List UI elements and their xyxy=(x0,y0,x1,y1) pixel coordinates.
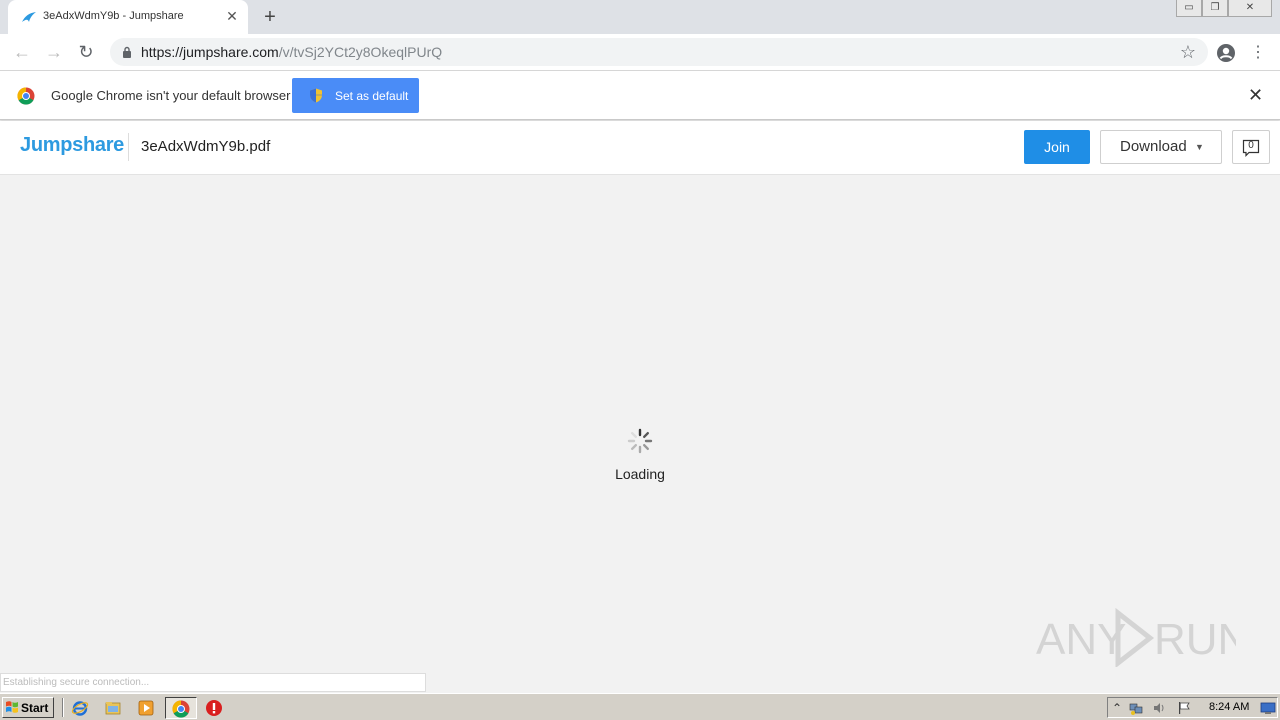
start-button[interactable]: Start xyxy=(2,697,54,718)
loading-spinner-icon xyxy=(627,428,653,454)
network-icon[interactable] xyxy=(1129,701,1143,715)
jumpshare-logo[interactable]: Jumpshare xyxy=(20,134,124,157)
join-button[interactable]: Join xyxy=(1024,130,1090,164)
chrome-logo-icon xyxy=(17,87,35,105)
chrome-taskbar-button[interactable] xyxy=(165,697,197,719)
windows-logo-icon xyxy=(6,701,18,713)
address-bar[interactable]: https://jumpshare.com/v/tvSj2YCt2y8Okeql… xyxy=(110,38,1208,66)
security-alert-icon[interactable] xyxy=(205,699,223,717)
taskbar-clock[interactable]: 8:24 AM xyxy=(1209,701,1249,713)
minimize-button[interactable]: ▭ xyxy=(1176,0,1202,17)
start-label: Start xyxy=(21,701,49,715)
browser-toolbar: ← → ↻ https://jumpshare.com/v/tvSj2YCt2y… xyxy=(0,34,1280,71)
lock-icon xyxy=(123,46,131,58)
new-tab-button[interactable]: + xyxy=(260,7,280,27)
back-button[interactable]: ← xyxy=(10,41,34,63)
download-label: Download xyxy=(1120,138,1187,155)
jumpshare-favicon-icon xyxy=(22,12,36,22)
volume-icon[interactable] xyxy=(1152,701,1166,715)
media-player-icon[interactable] xyxy=(137,699,155,717)
bookmark-star-icon[interactable]: ☆ xyxy=(1180,42,1196,63)
set-as-default-button[interactable]: Set as default xyxy=(292,78,419,113)
default-browser-infobar: Google Chrome isn't your default browser… xyxy=(0,71,1280,120)
comments-button[interactable]: 0 xyxy=(1232,130,1270,164)
loading-label: Loading xyxy=(615,466,665,482)
infobar-message: Google Chrome isn't your default browser xyxy=(51,88,291,103)
set-as-default-label: Set as default xyxy=(335,89,409,103)
tray-expand-icon[interactable]: ⌃ xyxy=(1110,701,1124,715)
action-center-flag-icon[interactable] xyxy=(1177,701,1191,715)
reload-button[interactable]: ↻ xyxy=(74,41,98,63)
status-bubble: Establishing secure connection... xyxy=(0,673,426,692)
internet-explorer-icon[interactable] xyxy=(71,699,89,717)
windows-taskbar: Start ⌃ 8:24 AM xyxy=(0,693,1280,720)
chrome-taskbar-icon xyxy=(172,700,190,718)
uac-shield-icon xyxy=(310,88,322,103)
tab-close-icon[interactable]: ✕ xyxy=(224,8,240,24)
chevron-down-icon: ▼ xyxy=(1195,142,1204,152)
url-path: /v/tvSj2YCt2y8OkeqlPUrQ xyxy=(278,44,443,60)
watermark-run: RUN xyxy=(1154,615,1236,664)
browser-menu-icon[interactable]: ⋮ xyxy=(1250,42,1266,64)
forward-button[interactable]: → xyxy=(42,41,66,63)
url-host: https://jumpshare.com xyxy=(141,44,279,60)
browser-tab[interactable]: 3eAdxWdmY9b - Jumpshare ✕ xyxy=(8,0,248,34)
anyrun-watermark-logo: ANY RUN xyxy=(1036,607,1236,667)
jumpshare-header: Jumpshare 3eAdxWdmY9b.pdf Join Download … xyxy=(0,121,1280,175)
restore-button[interactable]: ❐ xyxy=(1202,0,1228,17)
download-button[interactable]: Download ▼ xyxy=(1100,130,1222,164)
watermark-any: ANY xyxy=(1036,615,1126,664)
tab-title: 3eAdxWdmY9b - Jumpshare xyxy=(43,10,184,22)
comment-count: 0 xyxy=(1248,140,1254,151)
url-text: https://jumpshare.com/v/tvSj2YCt2y8Okeql… xyxy=(141,44,442,60)
header-divider xyxy=(128,133,129,161)
taskbar-separator xyxy=(62,698,64,717)
profile-avatar-icon[interactable] xyxy=(1216,43,1236,63)
infobar-close-icon[interactable]: ✕ xyxy=(1248,86,1263,104)
file-name: 3eAdxWdmY9b.pdf xyxy=(141,138,271,155)
window-close-button[interactable]: ✕ xyxy=(1228,0,1272,17)
document-viewer: Loading ANY RUN xyxy=(0,175,1280,693)
system-tray: ⌃ 8:24 AM xyxy=(1107,697,1278,718)
show-desktop-icon[interactable] xyxy=(1260,701,1276,715)
window-controls: ▭ ❐ ✕ xyxy=(1176,0,1272,18)
file-explorer-icon[interactable] xyxy=(104,699,122,717)
browser-tab-bar: 3eAdxWdmY9b - Jumpshare ✕ + ▭ ❐ ✕ xyxy=(0,0,1280,34)
